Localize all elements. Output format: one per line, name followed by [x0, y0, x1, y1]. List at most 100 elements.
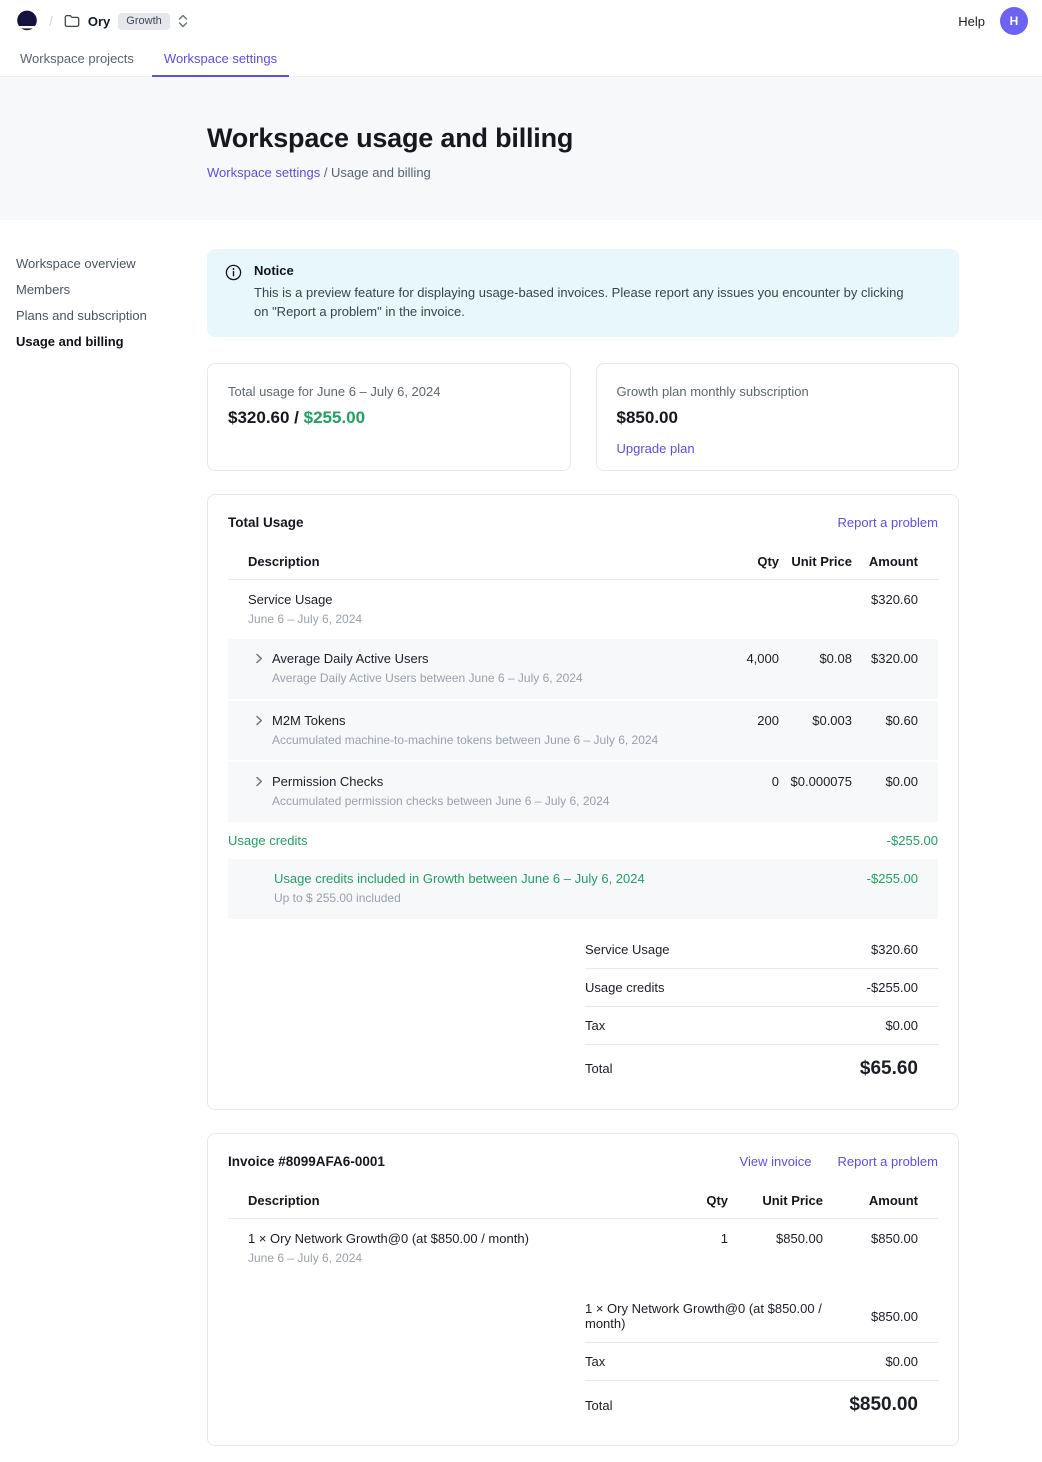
- usage-separator: /: [289, 408, 303, 427]
- col-unit-price: Unit Price: [779, 544, 852, 579]
- avatar[interactable]: H: [1000, 7, 1028, 35]
- breadcrumb-link-workspace-settings[interactable]: Workspace settings: [207, 165, 320, 180]
- detail-name: M2M Tokens: [272, 713, 658, 728]
- sidebar-item-usage-billing[interactable]: Usage and billing: [16, 335, 191, 348]
- usage-summary: Service Usage $320.60 Usage credits -$25…: [585, 931, 938, 1089]
- summary-value: -$255.00: [867, 980, 918, 995]
- chevron-updown-icon: [178, 14, 188, 28]
- usage-credits-detail-row: Usage credits included in Growth between…: [228, 859, 938, 919]
- ory-logo-icon[interactable]: [16, 10, 38, 33]
- usage-credits-amount: -$255.00: [852, 822, 938, 859]
- summary-value: $850.00: [871, 1309, 918, 1324]
- detail-amount: $320.00: [852, 639, 938, 699]
- invoice-line-row: 1 × Ory Network Growth@0 (at $850.00 / m…: [228, 1219, 938, 1279]
- invoice-table-header-row: Description Qty Unit Price Amount: [228, 1183, 938, 1219]
- col-description: Description: [228, 1183, 638, 1218]
- chevron-right-icon[interactable]: [255, 774, 263, 787]
- summary-row-total: Total $850.00: [585, 1381, 938, 1425]
- summary-value: $320.60: [871, 942, 918, 957]
- usage-included-credits: $255.00: [304, 408, 365, 427]
- notice-banner: Notice This is a preview feature for dis…: [207, 249, 959, 337]
- usage-table-header-row: Description Qty Unit Price Amount: [228, 544, 938, 580]
- summary-row-tax: Tax $0.00: [585, 1007, 938, 1045]
- summary-label: Usage credits: [585, 980, 664, 995]
- info-icon: [225, 263, 242, 322]
- usage-amount: $320.60: [228, 408, 289, 427]
- summary-row-service-usage: Service Usage $320.60: [585, 931, 938, 969]
- content: Notice This is a preview feature for dis…: [207, 220, 959, 1462]
- col-amount: Amount: [852, 544, 938, 579]
- invoice-line-period: June 6 – July 6, 2024: [248, 1251, 638, 1267]
- col-description: Description: [228, 544, 679, 579]
- summary-total-value: $65.60: [860, 1058, 918, 1080]
- view-invoice-link[interactable]: View invoice: [740, 1154, 812, 1169]
- invoice-header: Invoice #8099AFA6-0001 View invoice Repo…: [228, 1154, 938, 1169]
- help-link[interactable]: Help: [958, 14, 985, 29]
- detail-cell: M2M Tokens Accumulated machine-to-machin…: [228, 701, 679, 761]
- col-amount: Amount: [823, 1183, 938, 1218]
- notice-title: Notice: [254, 263, 914, 278]
- plan-card-amount: $850.00: [617, 408, 939, 428]
- summary-total-label: Total: [585, 1398, 612, 1413]
- detail-text: M2M Tokens Accumulated machine-to-machin…: [272, 713, 658, 749]
- empty-cell: [679, 580, 779, 640]
- tab-workspace-settings[interactable]: Workspace settings: [152, 42, 289, 76]
- summary-cards: Total usage for June 6 – July 6, 2024 $3…: [207, 363, 959, 471]
- usage-detail-row-permission-checks[interactable]: Permission Checks Accumulated permission…: [228, 760, 938, 822]
- workspace-tabs: Workspace projects Workspace settings: [0, 42, 1042, 77]
- summary-label: Service Usage: [585, 942, 670, 957]
- detail-name: Average Daily Active Users: [272, 651, 583, 666]
- plan-card: Growth plan monthly subscription $850.00…: [596, 363, 960, 471]
- invoice-line-name: 1 × Ory Network Growth@0 (at $850.00 / m…: [248, 1231, 638, 1246]
- usage-table: Description Qty Unit Price Amount Servic…: [228, 544, 938, 919]
- invoice-section: Invoice #8099AFA6-0001 View invoice Repo…: [207, 1133, 959, 1447]
- report-problem-link-usage[interactable]: Report a problem: [838, 515, 938, 530]
- detail-name: Permission Checks: [272, 774, 610, 789]
- credit-detail-description: Up to $ 255.00 included: [274, 891, 645, 907]
- service-usage-period: June 6 – July 6, 2024: [248, 612, 679, 628]
- tab-workspace-projects[interactable]: Workspace projects: [8, 42, 146, 76]
- avatar-initial: H: [1010, 14, 1019, 28]
- summary-row-total: Total $65.60: [585, 1045, 938, 1089]
- sidebar-item-members[interactable]: Members: [16, 283, 191, 296]
- service-usage-row: Service Usage June 6 – July 6, 2024 $320…: [228, 580, 938, 640]
- breadcrumb: Workspace settings / Usage and billing: [207, 165, 1042, 180]
- col-qty: Qty: [638, 1183, 728, 1218]
- chevron-right-icon[interactable]: [255, 651, 263, 664]
- total-usage-card: Total usage for June 6 – July 6, 2024 $3…: [207, 363, 571, 471]
- detail-text: Average Daily Active Users Average Daily…: [272, 651, 583, 687]
- summary-row-tax: Tax $0.00: [585, 1343, 938, 1381]
- sidebar-item-plans-subscription[interactable]: Plans and subscription: [16, 309, 191, 322]
- usage-detail-row-m2m-tokens[interactable]: M2M Tokens Accumulated machine-to-machin…: [228, 699, 938, 761]
- total-usage-header: Total Usage Report a problem: [228, 515, 938, 530]
- credit-detail-cell: Usage credits included in Growth between…: [228, 859, 679, 919]
- usage-detail-row-active-users[interactable]: Average Daily Active Users Average Daily…: [228, 639, 938, 699]
- detail-amount: $0.00: [852, 762, 938, 822]
- usage-card-value: $320.60 / $255.00: [228, 408, 550, 428]
- main: Workspace overview Members Plans and sub…: [0, 220, 1042, 1462]
- empty-cell: [679, 822, 779, 859]
- folder-icon: [64, 14, 80, 28]
- sidebar-item-workspace-overview[interactable]: Workspace overview: [16, 257, 191, 270]
- detail-description: Accumulated permission checks between Ju…: [272, 794, 610, 810]
- service-usage-cell: Service Usage June 6 – July 6, 2024: [228, 580, 679, 640]
- empty-cell: [779, 580, 852, 640]
- breadcrumb-separator: /: [320, 165, 331, 180]
- summary-row-usage-credits: Usage credits -$255.00: [585, 969, 938, 1007]
- workspace-switcher[interactable]: Ory Growth: [64, 13, 188, 30]
- col-unit-price: Unit Price: [728, 1183, 823, 1218]
- report-problem-link-invoice[interactable]: Report a problem: [838, 1154, 938, 1169]
- credit-detail-text: Usage credits included in Growth between…: [274, 871, 645, 907]
- settings-sidebar: Workspace overview Members Plans and sub…: [0, 220, 207, 348]
- topbar: / Ory Growth Help H: [0, 0, 1042, 42]
- summary-label: Tax: [585, 1018, 605, 1033]
- credit-detail-amount: -$255.00: [852, 859, 938, 919]
- empty-cell: [679, 859, 779, 919]
- upgrade-plan-link[interactable]: Upgrade plan: [617, 441, 695, 456]
- usage-credits-row: Usage credits -$255.00: [228, 822, 938, 859]
- usage-credits-name: Usage credits: [228, 822, 679, 859]
- detail-unit-price: $0.003: [779, 701, 852, 761]
- workspace-name: Ory: [88, 14, 110, 29]
- chevron-right-icon[interactable]: [255, 713, 263, 726]
- workspace-plan-badge: Growth: [118, 13, 169, 30]
